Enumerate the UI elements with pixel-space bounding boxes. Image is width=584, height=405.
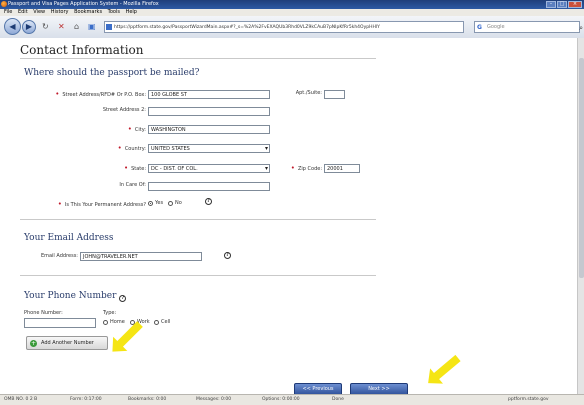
reload-icon[interactable]: ↻ xyxy=(42,21,49,32)
zip-input[interactable]: 20001 xyxy=(324,164,360,173)
status-item: OMB NO. 0 2 B xyxy=(4,397,38,402)
state-select[interactable]: DC - DIST. OF COL. xyxy=(148,164,270,173)
email-input[interactable]: JOHN@TRAVELER.NET xyxy=(80,252,202,261)
annotation-arrow-icon xyxy=(432,354,461,381)
phone-number-input[interactable] xyxy=(24,318,96,328)
apt-input[interactable] xyxy=(324,90,345,99)
street-label: • Street Address/RFD# Or P.O. Box: xyxy=(55,90,146,98)
required-marker: • xyxy=(117,144,122,152)
status-item: Messages: 0:00 xyxy=(196,397,232,402)
country-label: • Country: xyxy=(117,144,146,152)
phone-cell-radio[interactable] xyxy=(154,320,159,325)
phone-number-label: Phone Number: xyxy=(24,310,63,316)
street-input[interactable]: 100 GLOBE ST xyxy=(148,90,270,99)
permanent-label: • Is This Your Permanent Address? xyxy=(57,200,146,208)
zip-label: • Zip Code: xyxy=(290,164,322,172)
care-of-label: In Care Of: xyxy=(119,182,146,188)
required-marker: • xyxy=(123,164,129,172)
street2-label: Street Address 2: xyxy=(102,107,146,113)
required-marker: • xyxy=(127,125,132,133)
status-item: Options: 0:00:00 xyxy=(262,397,300,402)
url-text: https://pptform.state.gov/PassportWizard… xyxy=(114,25,380,30)
email-heading: Your Email Address xyxy=(24,233,114,243)
title-divider xyxy=(20,58,376,59)
menu-edit[interactable]: Edit xyxy=(18,9,28,15)
help-icon[interactable]: ? xyxy=(224,252,231,259)
forward-button[interactable]: ▶ xyxy=(22,20,36,34)
page-favicon-icon xyxy=(106,24,112,30)
forward-arrow-icon: ▶ xyxy=(25,22,33,31)
page-title: Contact Information xyxy=(20,43,144,57)
status-item: Bookmarks: 0:00 xyxy=(128,397,167,402)
yes-label: Yes xyxy=(155,200,164,206)
phone-home-radio[interactable] xyxy=(103,320,108,325)
page-content: Contact Information Where should the pas… xyxy=(0,38,584,396)
navigation-toolbar: ◀ ▶ ↻ ✕ ⌂ ▣ https://pptform.state.gov/Pa… xyxy=(0,16,584,39)
street2-input[interactable] xyxy=(148,107,270,116)
required-marker: • xyxy=(57,200,62,208)
close-icon[interactable]: × xyxy=(568,1,582,8)
add-number-label: Add Another Number xyxy=(41,340,94,346)
no-label: No xyxy=(175,200,182,206)
search-icon[interactable]: ⌕ xyxy=(579,23,583,34)
home-label: Home xyxy=(110,319,125,325)
stop-icon[interactable]: ✕ xyxy=(58,21,65,32)
add-icon: + xyxy=(30,340,37,347)
help-icon[interactable]: ? xyxy=(119,295,127,302)
city-label: • City: xyxy=(127,125,146,133)
help-icon[interactable]: ? xyxy=(205,198,212,205)
search-placeholder: Google xyxy=(487,24,505,30)
menu-file[interactable]: File xyxy=(4,9,12,15)
required-marker: • xyxy=(55,90,60,98)
care-of-input[interactable] xyxy=(148,182,270,191)
phone-type-label: Type: xyxy=(103,310,117,316)
home-icon[interactable]: ⌂ xyxy=(74,21,79,32)
permanent-no-radio[interactable] xyxy=(168,201,173,206)
google-search-icon: G xyxy=(477,24,482,31)
back-button[interactable]: ◀ xyxy=(4,18,21,35)
window-controls: – □ × xyxy=(546,1,582,8)
back-arrow-icon: ◀ xyxy=(9,22,16,31)
permanent-yes-radio[interactable] xyxy=(148,201,153,206)
window-title-bar: Passport and Visa Pages Application Syst… xyxy=(0,0,584,9)
menu-bar: File Edit View History Bookmarks Tools H… xyxy=(0,9,584,16)
menu-view[interactable]: View xyxy=(33,9,45,15)
window-title: Passport and Visa Pages Application Syst… xyxy=(8,1,159,7)
menu-bookmarks[interactable]: Bookmarks xyxy=(74,9,102,15)
menu-history[interactable]: History xyxy=(51,9,69,15)
email-label: Email Address: xyxy=(40,253,78,259)
section-divider xyxy=(20,219,376,220)
add-another-number-button[interactable]: + Add Another Number xyxy=(26,336,108,350)
scrollbar-thumb[interactable] xyxy=(579,58,584,278)
required-marker: • xyxy=(290,164,295,172)
status-item: Form: 0:17:00 xyxy=(70,397,102,402)
apt-label: Apt./Suite: xyxy=(295,90,322,96)
status-domain: pptform.state.gov xyxy=(508,397,549,402)
country-select[interactable]: UNITED STATES xyxy=(148,144,270,153)
status-bar: OMB NO. 0 2 B Form: 0:17:00 Bookmarks: 0… xyxy=(0,394,584,405)
minimize-icon[interactable]: – xyxy=(546,1,556,8)
url-bar[interactable]: https://pptform.state.gov/PassportWizard… xyxy=(104,21,464,33)
menu-help[interactable]: Help xyxy=(126,9,137,15)
status-item: Done xyxy=(332,397,344,402)
mailing-heading: Where should the passport be mailed? xyxy=(24,68,200,78)
menu-tools[interactable]: Tools xyxy=(108,9,120,15)
firefox-icon xyxy=(1,1,7,7)
state-label: • State: xyxy=(123,164,146,172)
search-bar[interactable]: G Google ⌕ xyxy=(474,21,583,34)
city-input[interactable]: WASHINGTON xyxy=(148,125,270,134)
phone-heading: Your Phone Number ? xyxy=(24,291,127,302)
vertical-scrollbar[interactable] xyxy=(577,38,584,394)
section-divider xyxy=(20,275,376,276)
annotation-arrow-icon xyxy=(115,321,143,349)
maximize-icon[interactable]: □ xyxy=(557,1,567,8)
site-identity-icon[interactable]: ▣ xyxy=(88,21,96,32)
cell-label: Cell xyxy=(161,319,171,325)
